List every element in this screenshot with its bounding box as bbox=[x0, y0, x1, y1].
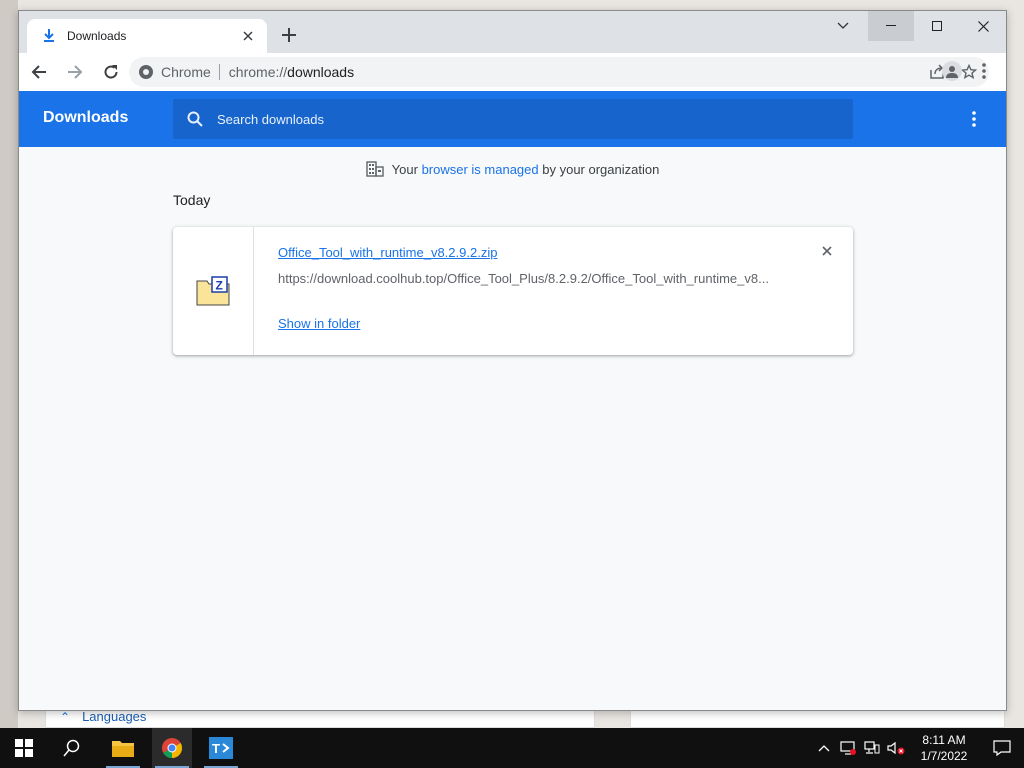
chrome-icon bbox=[162, 738, 183, 759]
security-tray-button[interactable] bbox=[836, 728, 860, 768]
maximize-button[interactable] bbox=[914, 11, 960, 41]
window-controls bbox=[818, 11, 1006, 41]
forward-button[interactable] bbox=[59, 56, 91, 88]
svg-text:Z: Z bbox=[216, 279, 223, 293]
folder-icon bbox=[112, 741, 134, 757]
browser-toolbar: Chrome chrome:// downloads bbox=[19, 53, 1006, 91]
back-button[interactable] bbox=[23, 56, 55, 88]
arrow-right-icon bbox=[68, 65, 83, 79]
languages-label: Languages bbox=[82, 709, 147, 724]
tab-close-icon[interactable] bbox=[239, 28, 257, 44]
managed-suffix: by your organization bbox=[542, 161, 660, 177]
tab-strip: Downloads bbox=[19, 11, 1006, 53]
reload-icon bbox=[104, 65, 118, 79]
chrome-site-icon bbox=[139, 65, 153, 79]
close-icon bbox=[977, 20, 989, 32]
url-scheme: chrome:// bbox=[228, 64, 288, 80]
clock-date: 1/7/2022 bbox=[920, 749, 968, 763]
close-window-button[interactable] bbox=[960, 11, 1006, 41]
plus-icon bbox=[282, 28, 296, 42]
zip-file-icon: Z bbox=[196, 276, 230, 306]
building-icon bbox=[365, 161, 384, 177]
taskbar-search-button[interactable] bbox=[52, 728, 92, 768]
search-icon bbox=[63, 739, 80, 757]
download-item: Z Office_Tool_with_runtime_v8.2.9.2.zip … bbox=[173, 227, 853, 355]
source-url: https://download.coolhub.top/Office_Tool… bbox=[278, 271, 769, 286]
more-vert-icon bbox=[972, 111, 976, 127]
chrome-menu-button[interactable] bbox=[968, 56, 1000, 86]
volume-muted-icon bbox=[887, 741, 905, 755]
date-section-header: Today bbox=[173, 192, 211, 208]
taskbar-file-explorer[interactable] bbox=[103, 728, 143, 768]
notifications-button[interactable] bbox=[980, 728, 1024, 768]
download-icon bbox=[41, 28, 57, 44]
show-in-folder-link[interactable]: Show in folder bbox=[278, 316, 360, 331]
monitor-alert-icon bbox=[840, 741, 856, 755]
chevron-down-icon bbox=[837, 22, 849, 29]
downloads-menu-button[interactable] bbox=[962, 107, 986, 131]
taskbar: T 8:11 AM 1/7/2022 bbox=[0, 728, 1024, 768]
network-icon bbox=[864, 741, 880, 754]
managed-notice: Your browser is managed by your organiza… bbox=[19, 161, 1006, 177]
clock[interactable]: 8:11 AM 1/7/2022 bbox=[914, 732, 974, 764]
managed-prefix: Your bbox=[391, 161, 418, 177]
url-host: downloads bbox=[287, 64, 355, 80]
new-tab-button[interactable] bbox=[277, 24, 301, 48]
tab-search-button[interactable] bbox=[818, 11, 868, 41]
search-icon bbox=[187, 111, 203, 127]
arrow-left-icon bbox=[31, 65, 46, 79]
windows-logo-icon bbox=[15, 739, 33, 757]
more-vert-icon bbox=[982, 63, 986, 79]
system-tray: 8:11 AM 1/7/2022 bbox=[812, 728, 1024, 768]
search-box[interactable] bbox=[173, 99, 853, 139]
downloads-header: Downloads bbox=[19, 91, 1006, 147]
address-bar[interactable]: Chrome chrome:// downloads bbox=[129, 57, 989, 87]
taskbar-chrome[interactable] bbox=[152, 728, 192, 768]
avatar-icon bbox=[942, 61, 962, 81]
maximize-icon bbox=[932, 21, 942, 31]
omnibox-chip: Chrome bbox=[161, 64, 220, 80]
network-tray-button[interactable] bbox=[860, 728, 884, 768]
file-name-link[interactable]: Office_Tool_with_runtime_v8.2.9.2.zip bbox=[278, 245, 497, 260]
reload-button[interactable] bbox=[95, 56, 127, 88]
minimize-icon bbox=[886, 25, 896, 26]
background-languages-row[interactable]: ⌃ Languages bbox=[60, 709, 146, 724]
taskbar-app[interactable]: T bbox=[201, 728, 241, 768]
start-button[interactable] bbox=[4, 728, 44, 768]
file-icon-column: Z bbox=[173, 227, 254, 355]
terminal-app-icon: T bbox=[209, 737, 233, 759]
minimize-button[interactable] bbox=[868, 11, 914, 41]
chevron-up-icon bbox=[818, 745, 830, 752]
svg-text:T: T bbox=[212, 741, 220, 756]
tab-downloads[interactable]: Downloads bbox=[27, 19, 267, 53]
page-title: Downloads bbox=[43, 109, 129, 126]
chevron-up-icon: ⌃ bbox=[60, 709, 71, 724]
chrome-window: Downloads Chrome chrome:// downloads Dow… bbox=[18, 10, 1007, 711]
notification-icon bbox=[993, 740, 1011, 756]
show-hidden-icons-button[interactable] bbox=[812, 728, 836, 768]
tab-title: Downloads bbox=[67, 29, 127, 43]
clock-time: 8:11 AM bbox=[922, 733, 966, 747]
volume-tray-button[interactable] bbox=[884, 728, 908, 768]
managed-link[interactable]: browser is managed bbox=[422, 162, 539, 177]
remove-item-button[interactable] bbox=[819, 243, 835, 259]
search-input[interactable] bbox=[217, 111, 817, 127]
profile-button[interactable] bbox=[936, 56, 968, 86]
background-window-edge bbox=[0, 0, 18, 728]
close-icon bbox=[822, 246, 832, 256]
